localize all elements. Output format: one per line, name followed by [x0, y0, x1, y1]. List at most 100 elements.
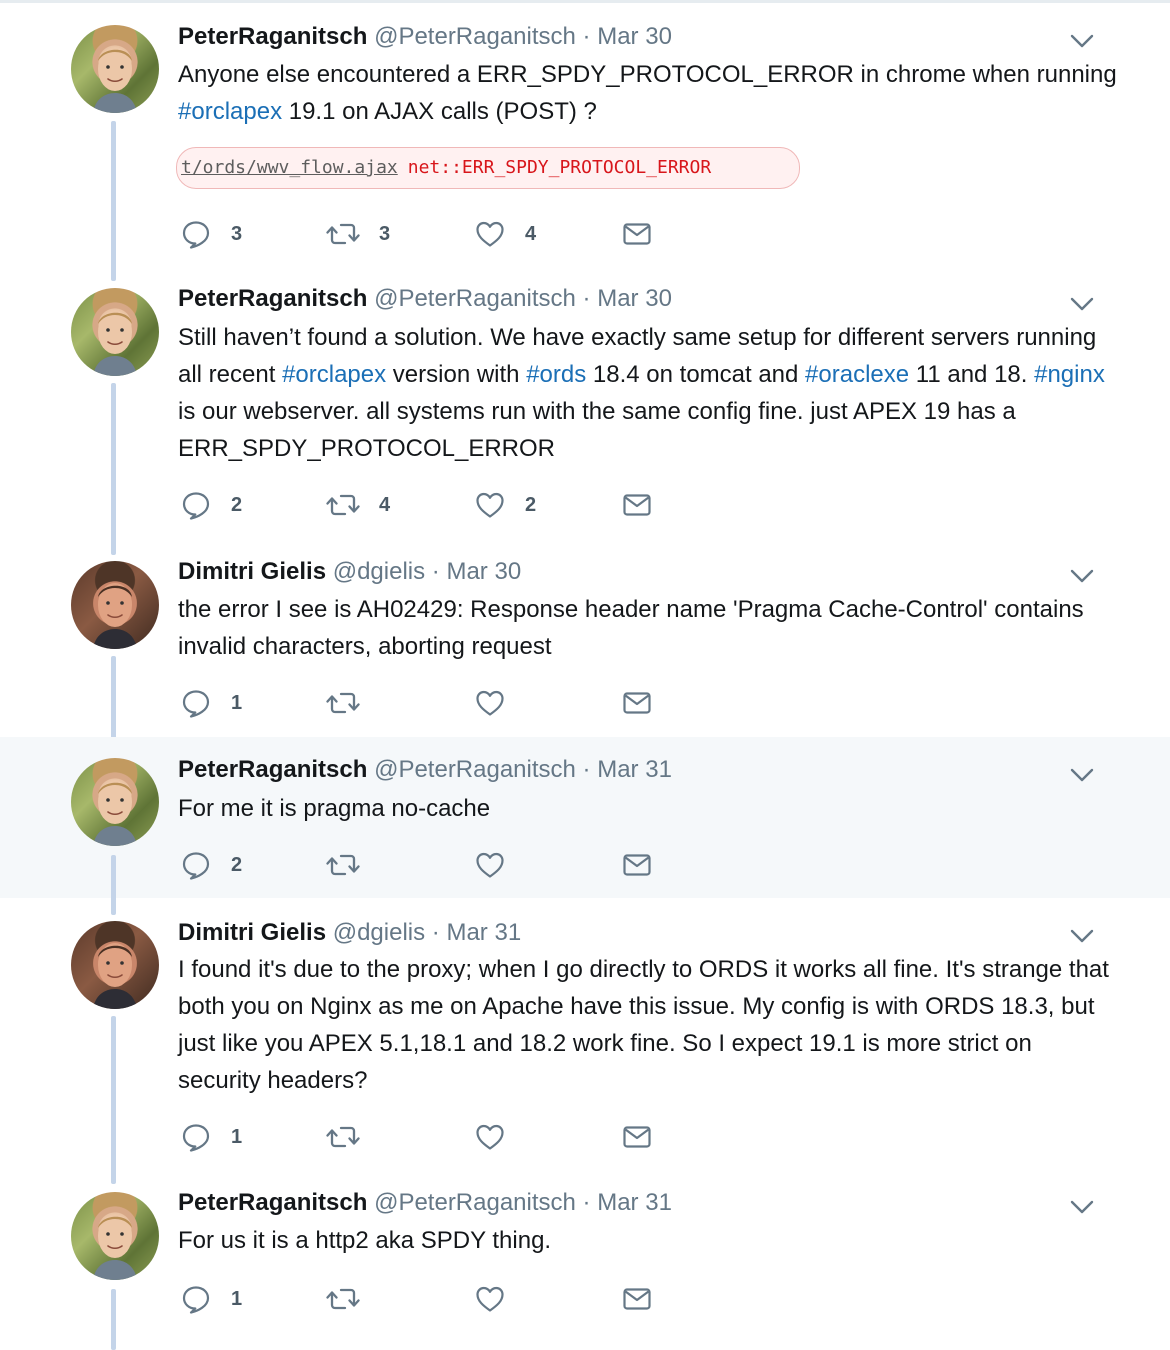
reply-button[interactable]: 1	[180, 1282, 242, 1316]
message-button[interactable]	[621, 1120, 653, 1154]
tweet-text: I found it's due to the proxy; when I go…	[178, 951, 1118, 1099]
message-button[interactable]	[621, 686, 653, 720]
like-icon	[474, 1121, 506, 1153]
avatar[interactable]	[71, 25, 159, 113]
like-button[interactable]	[474, 1120, 525, 1154]
chevron-down-icon[interactable]	[1068, 31, 1096, 51]
tweet-text: the error I see is AH02429: Response hea…	[178, 591, 1118, 665]
tweet-header: Dimitri Gielis @dgielis · Mar 30	[178, 557, 521, 587]
message-button[interactable]	[621, 1282, 653, 1316]
author-handle[interactable]: @PeterRaganitsch	[374, 285, 576, 312]
avatar[interactable]	[71, 561, 159, 649]
separator: ·	[582, 23, 591, 50]
message-icon	[621, 489, 653, 521]
hashtag-link[interactable]: #orclapex	[282, 361, 386, 388]
tweet[interactable]: PeterRaganitsch @PeterRaganitsch · Mar 3…	[0, 270, 1170, 560]
text-segment: Anyone else encountered a ERR_SPDY_PROTO…	[178, 61, 1117, 88]
like-button[interactable]: 4	[474, 217, 536, 251]
message-button[interactable]	[621, 848, 653, 882]
separator: ·	[582, 1189, 591, 1216]
tweet-date[interactable]: Mar 30	[597, 23, 672, 50]
author-handle[interactable]: @PeterRaganitsch	[374, 1189, 576, 1216]
author-handle[interactable]: @PeterRaganitsch	[374, 756, 576, 783]
retweet-button[interactable]	[326, 686, 379, 720]
error-screenshot-embed[interactable]: t/ords/wwv_flow.ajax net::ERR_SPDY_PROTOC…	[176, 147, 800, 189]
like-button[interactable]	[474, 686, 525, 720]
tweet-header: PeterRaganitsch @PeterRaganitsch · Mar 3…	[178, 22, 672, 52]
retweet-button[interactable]	[326, 1120, 379, 1154]
tweet-text: For us it is a http2 aka SPDY thing.	[178, 1222, 1118, 1259]
reply-icon	[180, 849, 212, 881]
reply-button[interactable]: 1	[180, 686, 242, 720]
like-icon	[474, 849, 506, 881]
tweet-text: Anyone else encountered a ERR_SPDY_PROTO…	[178, 56, 1118, 130]
retweet-button[interactable]: 3	[326, 217, 390, 251]
text-segment: version with	[386, 361, 527, 388]
like-count: 2	[525, 493, 537, 516]
avatar[interactable]	[71, 921, 159, 1009]
like-button[interactable]	[474, 848, 525, 882]
reply-icon	[180, 1121, 212, 1153]
author-name[interactable]: PeterRaganitsch	[178, 1189, 367, 1216]
author-handle[interactable]: @dgielis	[333, 919, 425, 946]
tweet-actions: 1	[180, 1282, 680, 1316]
tweet-date[interactable]: Mar 31	[446, 919, 521, 946]
author-handle[interactable]: @PeterRaganitsch	[374, 23, 576, 50]
reply-icon	[180, 489, 212, 521]
message-button[interactable]	[621, 217, 653, 251]
tweet[interactable]: PeterRaganitsch @PeterRaganitsch · Mar 3…	[0, 737, 1170, 915]
thread-line	[111, 121, 116, 281]
author-name[interactable]: Dimitri Gielis	[178, 558, 326, 585]
thread-line	[111, 383, 116, 555]
message-button[interactable]	[621, 488, 653, 522]
reply-button[interactable]: 2	[180, 488, 242, 522]
hashtag-link[interactable]: #nginx	[1034, 361, 1105, 388]
retweet-button[interactable]	[326, 1282, 379, 1316]
tweet-date[interactable]: Mar 31	[597, 756, 672, 783]
chevron-down-icon[interactable]	[1068, 566, 1096, 586]
tweet-text: Still haven’t found a solution. We have …	[178, 319, 1118, 467]
chevron-down-icon[interactable]	[1068, 294, 1096, 314]
tweet[interactable]: Dimitri Gielis @dgielis · Mar 31 I found…	[0, 898, 1170, 1184]
retweet-icon	[326, 1283, 360, 1315]
retweet-button[interactable]: 4	[326, 488, 390, 522]
avatar[interactable]	[71, 1192, 159, 1280]
text-segment: For me it is pragma no-cache	[178, 795, 491, 822]
author-handle[interactable]: @dgielis	[333, 558, 425, 585]
like-button[interactable]	[474, 1282, 525, 1316]
retweet-icon	[326, 687, 360, 719]
tweet-header: PeterRaganitsch @PeterRaganitsch · Mar 3…	[178, 284, 672, 314]
chevron-down-icon[interactable]	[1068, 926, 1096, 946]
tweet-date[interactable]: Mar 31	[597, 1189, 672, 1216]
reply-button[interactable]: 2	[180, 848, 242, 882]
message-icon	[621, 687, 653, 719]
author-name[interactable]: Dimitri Gielis	[178, 919, 326, 946]
text-segment: the error I see is AH02429: Response hea…	[178, 596, 1084, 660]
tweet-date[interactable]: Mar 30	[597, 285, 672, 312]
reply-button[interactable]: 3	[180, 217, 242, 251]
avatar[interactable]	[71, 288, 159, 376]
author-name[interactable]: PeterRaganitsch	[178, 23, 367, 50]
separator: ·	[431, 558, 440, 585]
hashtag-link[interactable]: #oraclexe	[805, 361, 909, 388]
hashtag-link[interactable]: #ords	[526, 361, 586, 388]
reply-count: 1	[231, 1125, 243, 1148]
tweet-actions: 1	[180, 1120, 680, 1154]
like-button[interactable]: 2	[474, 488, 536, 522]
reply-button[interactable]: 1	[180, 1120, 242, 1154]
tweet[interactable]: PeterRaganitsch @PeterRaganitsch · Mar 3…	[0, 1183, 1170, 1350]
retweet-button[interactable]	[326, 848, 379, 882]
chevron-down-icon[interactable]	[1068, 1197, 1096, 1217]
tweet[interactable]: PeterRaganitsch @PeterRaganitsch · Mar 3…	[0, 0, 1170, 281]
retweet-icon	[326, 849, 360, 881]
tweet-date[interactable]: Mar 30	[446, 558, 521, 585]
hashtag-link[interactable]: #orclapex	[178, 98, 282, 125]
reply-count: 2	[231, 493, 243, 516]
retweet-count: 4	[379, 493, 391, 516]
tweet-actions: 3 3 4	[180, 217, 680, 251]
avatar[interactable]	[71, 758, 159, 846]
author-name[interactable]: PeterRaganitsch	[178, 285, 367, 312]
tweet[interactable]: Dimitri Gielis @dgielis · Mar 30 the err…	[0, 557, 1170, 751]
author-name[interactable]: PeterRaganitsch	[178, 756, 367, 783]
chevron-down-icon[interactable]	[1068, 765, 1096, 785]
